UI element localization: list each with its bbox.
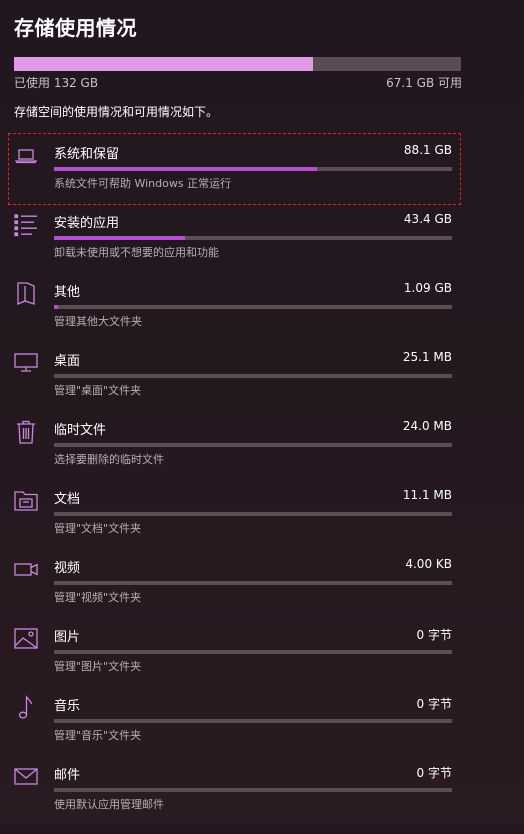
category-system[interactable]: 系统和保留 88.1 GB 系统文件可帮助 Windows 正常运行: [0, 133, 524, 213]
category-usage-bar: [54, 719, 452, 723]
category-name: 邮件: [54, 768, 81, 783]
category-name: 系统和保留: [54, 147, 120, 162]
category-documents[interactable]: 文档 11.1 MB 管理"文档"文件夹: [0, 488, 524, 558]
category-subtitle: 选择要删除的临时文件: [54, 453, 164, 466]
category-subtitle: 管理"文档"文件夹: [54, 522, 142, 535]
category-size: 24.0 MB: [402, 419, 452, 433]
category-usage-bar: [54, 167, 452, 171]
category-subtitle: 管理其他大文件夹: [54, 315, 142, 328]
category-usage-fill: [54, 305, 58, 309]
category-name: 音乐: [54, 699, 81, 714]
category-usage-fill: [54, 167, 317, 171]
category-name: 其他: [54, 285, 81, 300]
category-usage-bar: [54, 236, 452, 240]
video-camera-icon: [12, 555, 40, 583]
category-subtitle: 管理"音乐"文件夹: [54, 729, 142, 742]
category-name: 文档: [54, 492, 81, 507]
category-size: 0 字节: [416, 697, 452, 711]
category-usage-bar: [54, 512, 452, 516]
category-size: 1.09 GB: [403, 281, 452, 295]
total-storage-used-fill: [14, 57, 314, 71]
category-pictures[interactable]: 图片 0 字节 管理"图片"文件夹: [0, 626, 524, 696]
category-name: 桌面: [54, 354, 81, 369]
category-mail[interactable]: 邮件 0 字节 使用默认应用管理邮件: [0, 764, 524, 834]
category-name: 视频: [54, 561, 81, 576]
category-subtitle: 卸载未使用或不想要的应用和功能: [54, 246, 219, 259]
free-storage-label: 67.1 GB 可用: [386, 76, 462, 90]
category-desktop[interactable]: 桌面 25.1 MB 管理"桌面"文件夹: [0, 350, 524, 420]
app-list-icon: [12, 210, 40, 238]
category-size: 43.4 GB: [403, 212, 452, 226]
category-usage-fill: [54, 236, 186, 240]
music-note-icon: [12, 693, 40, 721]
storage-description: 存储空间的使用情况和可用情况如下。: [14, 105, 219, 119]
other-doc-icon: [12, 279, 40, 307]
category-usage-bar: [54, 374, 452, 378]
category-subtitle: 系统文件可帮助 Windows 正常运行: [54, 177, 232, 190]
category-size: 0 字节: [416, 628, 452, 642]
category-size: 0 字节: [416, 766, 452, 780]
category-other[interactable]: 其他 1.09 GB 管理其他大文件夹: [0, 281, 524, 351]
category-apps[interactable]: 安装的应用 43.4 GB 卸载未使用或不想要的应用和功能: [0, 212, 524, 282]
category-size: 88.1 GB: [403, 143, 452, 157]
category-usage-bar: [54, 443, 452, 447]
category-usage-bar: [54, 305, 452, 309]
total-storage-bar: [14, 57, 461, 71]
category-usage-bar: [54, 581, 452, 585]
trash-icon: [12, 417, 40, 445]
category-temp-files[interactable]: 临时文件 24.0 MB 选择要删除的临时文件: [0, 419, 524, 489]
mail-icon: [12, 762, 40, 790]
category-subtitle: 使用默认应用管理邮件: [54, 798, 164, 811]
laptop-icon: [12, 141, 40, 169]
category-videos[interactable]: 视频 4.00 KB 管理"视频"文件夹: [0, 557, 524, 627]
category-name: 图片: [54, 630, 81, 645]
documents-folder-icon: [12, 486, 40, 514]
category-music[interactable]: 音乐 0 字节 管理"音乐"文件夹: [0, 695, 524, 765]
category-subtitle: 管理"视频"文件夹: [54, 591, 142, 604]
used-storage-label: 已使用 132 GB: [14, 76, 99, 90]
category-size: 11.1 MB: [402, 488, 452, 502]
category-usage-bar: [54, 650, 452, 654]
category-usage-bar: [54, 788, 452, 792]
monitor-icon: [12, 348, 40, 376]
category-size: 25.1 MB: [402, 350, 452, 364]
category-subtitle: 管理"桌面"文件夹: [54, 384, 142, 397]
category-size: 4.00 KB: [405, 557, 452, 571]
category-name: 安装的应用: [54, 216, 120, 231]
category-subtitle: 管理"图片"文件夹: [54, 660, 142, 673]
page-title: 存储使用情况: [14, 16, 137, 40]
picture-icon: [12, 624, 40, 652]
category-name: 临时文件: [54, 423, 107, 438]
